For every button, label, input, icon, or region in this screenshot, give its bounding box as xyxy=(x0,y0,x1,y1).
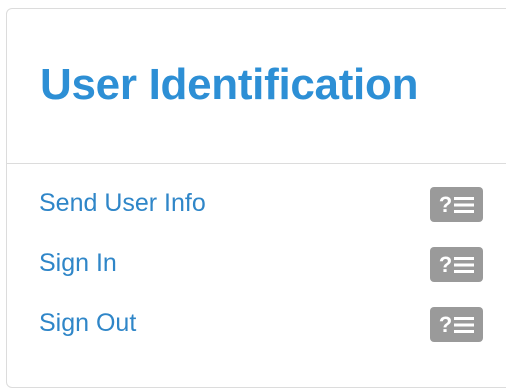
question-mark-icon: ? xyxy=(438,251,453,277)
list-item-sign-out: Sign Out ? xyxy=(7,294,506,354)
sign-in-help-button[interactable]: ? xyxy=(430,247,483,282)
list-lines-icon xyxy=(454,316,475,333)
list-item-sign-in: Sign In ? xyxy=(7,234,506,294)
sign-out-link[interactable]: Sign Out xyxy=(39,308,136,338)
action-list: Send User Info ? Sign In ? Sign Out ? xyxy=(7,174,506,354)
sign-in-link[interactable]: Sign In xyxy=(39,248,117,278)
question-mark-icon: ? xyxy=(438,311,453,337)
panel-header: User Identification xyxy=(7,9,506,164)
panel-title: User Identification xyxy=(40,60,419,109)
question-mark-icon: ? xyxy=(438,191,453,217)
user-identification-panel: User Identification Send User Info ? Sig… xyxy=(6,8,506,388)
sign-out-help-button[interactable]: ? xyxy=(430,307,483,342)
send-user-info-link[interactable]: Send User Info xyxy=(39,188,206,218)
send-user-info-help-button[interactable]: ? xyxy=(430,187,483,222)
list-lines-icon xyxy=(454,196,475,213)
list-lines-icon xyxy=(454,256,475,273)
list-item-send-user-info: Send User Info ? xyxy=(7,174,506,234)
